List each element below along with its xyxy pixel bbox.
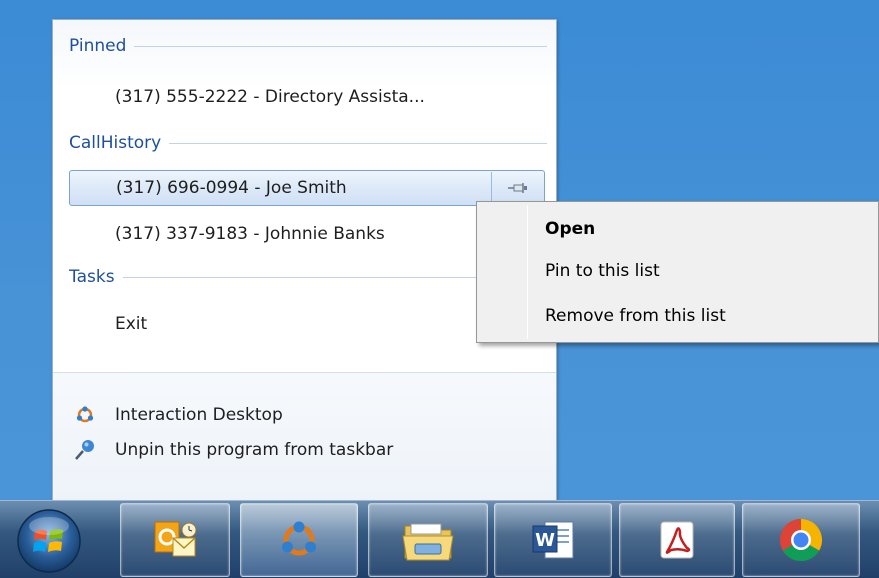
- jump-list-footer: Interaction Desktop Unpin this program f…: [53, 373, 556, 500]
- outlook-icon: [154, 521, 197, 557]
- menu-item-pin-to-list[interactable]: Pin to this list: [545, 255, 660, 287]
- callhistory-item-johnnie-banks[interactable]: (317) 337-9183 - Johnnie Banks: [69, 216, 545, 252]
- unpin-program-button[interactable]: Unpin this program from taskbar: [73, 435, 393, 465]
- list-item-label: (317) 337-9183 - Johnnie Banks: [115, 224, 385, 244]
- open-interaction-desktop[interactable]: Interaction Desktop: [73, 400, 283, 430]
- taskbar-file-explorer[interactable]: [368, 503, 488, 577]
- chrome-icon: [779, 519, 823, 562]
- list-item-label: (317) 696-0994 - Joe Smith: [116, 178, 347, 198]
- taskbar-interaction-desktop[interactable]: [240, 503, 358, 577]
- menu-item-remove-from-list[interactable]: Remove from this list: [545, 300, 726, 332]
- unpin-icon: [73, 438, 97, 462]
- unpin-label: Unpin this program from taskbar: [115, 440, 394, 460]
- header-divider: [169, 142, 547, 144]
- pinned-header-label: Pinned: [69, 36, 127, 56]
- list-item-label: (317) 555-2222 - Directory Assista...: [115, 87, 425, 107]
- windows-start-orb-icon: [17, 509, 81, 573]
- acrobat-icon: [660, 521, 694, 559]
- start-button[interactable]: [10, 505, 88, 577]
- pinned-item-directory-assistance[interactable]: (317) 555-2222 - Directory Assista...: [69, 79, 545, 115]
- menu-gutter: [527, 205, 528, 339]
- word-icon: W: [532, 521, 574, 559]
- taskbar-word[interactable]: W: [494, 503, 612, 577]
- task-item-exit[interactable]: Exit: [69, 306, 545, 342]
- file-explorer-icon: [402, 523, 454, 561]
- interaction-desktop-icon: [73, 403, 97, 427]
- pin-icon[interactable]: [491, 172, 543, 204]
- menu-item-open[interactable]: Open: [545, 213, 595, 245]
- taskbar-chrome[interactable]: [742, 503, 860, 577]
- context-menu: Open Pin to this list Remove from this l…: [476, 201, 879, 343]
- svg-text:W: W: [535, 530, 555, 551]
- list-item-label: Exit: [115, 314, 148, 334]
- tasks-header-label: Tasks: [69, 267, 115, 287]
- callhistory-item-joe-smith[interactable]: (317) 696-0994 - Joe Smith: [69, 170, 545, 206]
- header-divider: [134, 45, 547, 47]
- callhistory-header-label: CallHistory: [69, 133, 162, 153]
- taskbar-acrobat[interactable]: [619, 503, 735, 577]
- taskbar-outlook[interactable]: [120, 503, 230, 577]
- taskbar: W: [0, 500, 879, 578]
- callhistory-header: CallHistory: [69, 132, 547, 154]
- pinned-header: Pinned: [69, 35, 547, 57]
- app-label: Interaction Desktop: [115, 405, 283, 425]
- interaction-desktop-icon: [282, 521, 316, 556]
